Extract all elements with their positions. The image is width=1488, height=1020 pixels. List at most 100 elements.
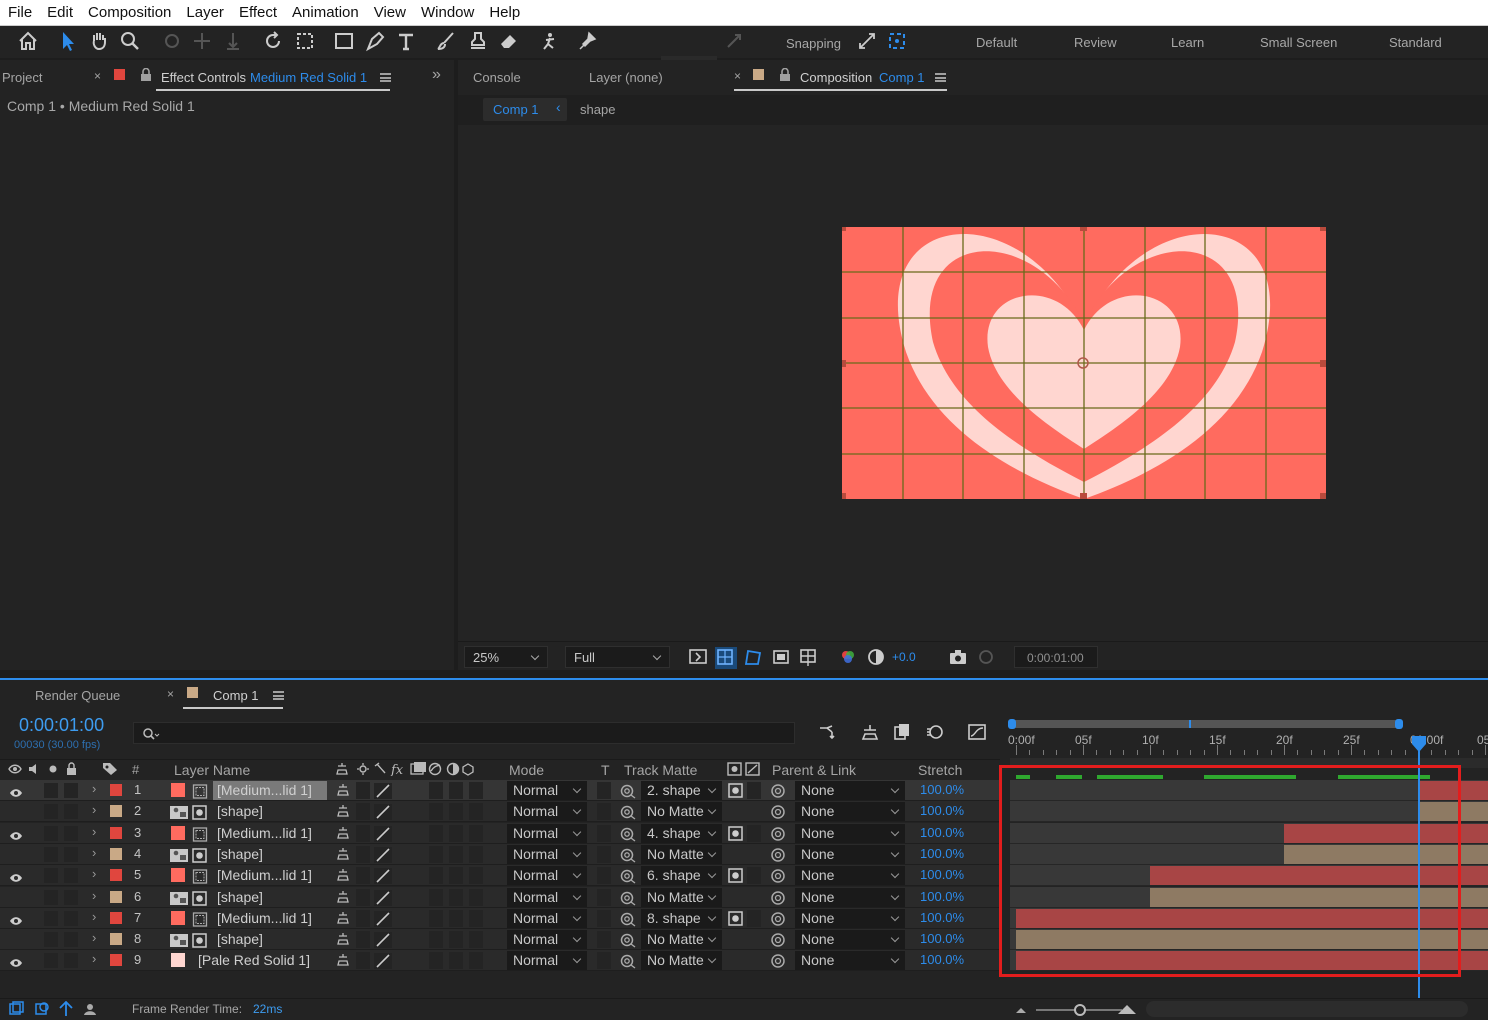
layer-row[interactable]: › 9 [Pale Red Solid 1] Normal No Matte None 10… <box>0 950 1000 971</box>
solo-switch[interactable] <box>44 953 58 968</box>
layer-name[interactable]: [Medium...lid 1] <box>213 781 327 800</box>
roto-brush-tool-icon[interactable] <box>537 29 561 53</box>
workspace-review[interactable]: Review <box>1074 35 1117 50</box>
lock-switch[interactable] <box>64 932 78 947</box>
zoom-slider[interactable] <box>1014 1002 1144 1018</box>
quality-switch[interactable] <box>374 783 392 799</box>
menu-view[interactable]: View <box>366 4 413 21</box>
menu-composition[interactable]: Composition <box>80 4 178 21</box>
preserve-transparency-switch[interactable] <box>597 889 611 906</box>
blend-mode-dropdown[interactable]: Normal <box>507 845 587 864</box>
quality-switch[interactable] <box>374 847 392 863</box>
comp-lock-icon[interactable] <box>779 67 791 84</box>
layer-name[interactable]: [Medium...lid 1] <box>213 824 327 843</box>
solo-switch[interactable] <box>44 911 58 926</box>
label-color-box[interactable] <box>110 784 122 796</box>
menu-animation[interactable]: Animation <box>284 4 366 21</box>
3d-layer-switch[interactable] <box>469 931 483 948</box>
motion-blur-switch[interactable] <box>429 952 443 969</box>
rectangle-tool-icon[interactable] <box>332 29 356 53</box>
collapse-switch[interactable] <box>356 867 370 884</box>
layer-row[interactable]: › 1 [Medium...lid 1] Normal 2. shape None 100.… <box>0 780 1000 801</box>
layer-row[interactable]: › 5 [Medium...lid 1] Normal 6. shape None 100.… <box>0 865 1000 886</box>
snap-features-icon[interactable] <box>885 29 909 53</box>
parent-link-column-header[interactable]: Parent & Link <box>772 762 856 778</box>
expand-chevron-icon[interactable]: › <box>92 951 96 972</box>
clone-stamp-tool-icon[interactable] <box>466 29 490 53</box>
matte-invert-switch[interactable] <box>747 782 761 799</box>
timeline-scrollbar[interactable] <box>1146 1001 1468 1017</box>
layer-row[interactable]: › 8 [shape] Normal No Matte None 100.0% <box>0 929 1000 950</box>
tab-console[interactable]: Console <box>473 70 521 85</box>
workspace-standard[interactable]: Standard <box>1389 35 1442 50</box>
collapse-switch[interactable] <box>356 782 370 799</box>
exposure-value[interactable]: +0.0 <box>892 650 916 664</box>
collapse-switch[interactable] <box>356 825 370 842</box>
blend-mode-dropdown[interactable]: Normal <box>507 930 587 949</box>
track-matte-dropdown[interactable]: 4. shape <box>641 824 722 843</box>
channels-icon[interactable] <box>838 647 860 669</box>
layer-name[interactable]: [Medium...lid 1] <box>213 866 327 885</box>
solo-switch[interactable] <box>44 783 58 798</box>
lock-switch[interactable] <box>64 804 78 819</box>
adjustment-layer-switch[interactable] <box>449 931 463 948</box>
expand-chevron-icon[interactable]: › <box>92 824 96 845</box>
preserve-transparency-switch[interactable] <box>597 910 611 927</box>
adjustment-layer-switch[interactable] <box>449 952 463 969</box>
parent-dropdown[interactable]: None <box>795 845 905 864</box>
work-area-start-handle[interactable] <box>1008 719 1016 729</box>
shy-switch-icon[interactable] <box>336 804 350 825</box>
preserve-transparency-switch[interactable] <box>597 825 611 842</box>
t-column-header[interactable]: T <box>601 762 610 778</box>
lock-switch[interactable] <box>64 890 78 905</box>
footer-toggle-icons[interactable] <box>8 1001 100 1017</box>
orbit-camera-icon[interactable] <box>160 29 184 53</box>
parent-dropdown[interactable]: None <box>795 909 905 928</box>
comp-mini-flowchart-icon[interactable] <box>818 722 840 744</box>
collapse-switch[interactable] <box>356 910 370 927</box>
quality-switch[interactable] <box>374 911 392 927</box>
layer-name[interactable]: [shape] <box>213 930 327 949</box>
stretch-value[interactable]: 100.0% <box>920 825 964 846</box>
expand-chevron-icon[interactable]: › <box>92 781 96 802</box>
quality-switch[interactable] <box>374 826 392 842</box>
layer-row[interactable]: › 4 [shape] Normal No Matte None 100.0% <box>0 844 1000 865</box>
label-color-box[interactable] <box>110 912 122 924</box>
eraser-tool-icon[interactable] <box>497 29 521 53</box>
motion-blur-switch[interactable] <box>429 782 443 799</box>
adjustment-layer-switch[interactable] <box>449 803 463 820</box>
collapse-switch[interactable] <box>356 846 370 863</box>
label-color-box[interactable] <box>110 891 122 903</box>
label-color-box[interactable] <box>110 954 122 966</box>
close-tab-icon[interactable]: × <box>94 69 101 83</box>
snap-edges-icon[interactable] <box>855 29 879 53</box>
stretch-value[interactable]: 100.0% <box>920 782 964 803</box>
expand-chevron-icon[interactable]: › <box>92 845 96 866</box>
label-color-box[interactable] <box>110 869 122 881</box>
motion-blur-switch[interactable] <box>429 867 443 884</box>
transparency-grid-icon[interactable] <box>715 647 737 669</box>
number-column-header[interactable]: # <box>132 762 139 777</box>
tab-timeline-comp[interactable]: Comp 1 <box>213 688 259 703</box>
stretch-column-header[interactable]: Stretch <box>918 762 962 778</box>
layer-name[interactable]: [shape] <box>213 845 327 864</box>
matte-alpha-icon[interactable] <box>728 868 743 889</box>
expand-panels-icon[interactable]: » <box>432 66 441 84</box>
preserve-transparency-switch[interactable] <box>597 931 611 948</box>
parent-dropdown[interactable]: None <box>795 824 905 843</box>
zoom-dropdown[interactable]: 25% <box>464 646 548 668</box>
matte-pickwhip-icon[interactable] <box>619 804 637 825</box>
expand-chevron-icon[interactable]: › <box>92 909 96 930</box>
stretch-value[interactable]: 100.0% <box>920 952 964 973</box>
track-matte-column-header[interactable]: Track Matte <box>624 762 697 778</box>
3d-layer-switch[interactable] <box>469 825 483 842</box>
comp-panel-menu-icon[interactable] <box>935 73 946 82</box>
matte-invert-switch[interactable] <box>747 910 761 927</box>
3d-layer-switch[interactable] <box>469 803 483 820</box>
quality-switch[interactable] <box>374 953 392 969</box>
blend-mode-dropdown[interactable]: Normal <box>507 781 587 800</box>
lock-switch[interactable] <box>64 826 78 841</box>
show-snapshot-icon[interactable] <box>976 647 998 669</box>
blend-mode-dropdown[interactable]: Normal <box>507 824 587 843</box>
current-time-display[interactable]: 0:00:01:00 <box>19 715 104 736</box>
